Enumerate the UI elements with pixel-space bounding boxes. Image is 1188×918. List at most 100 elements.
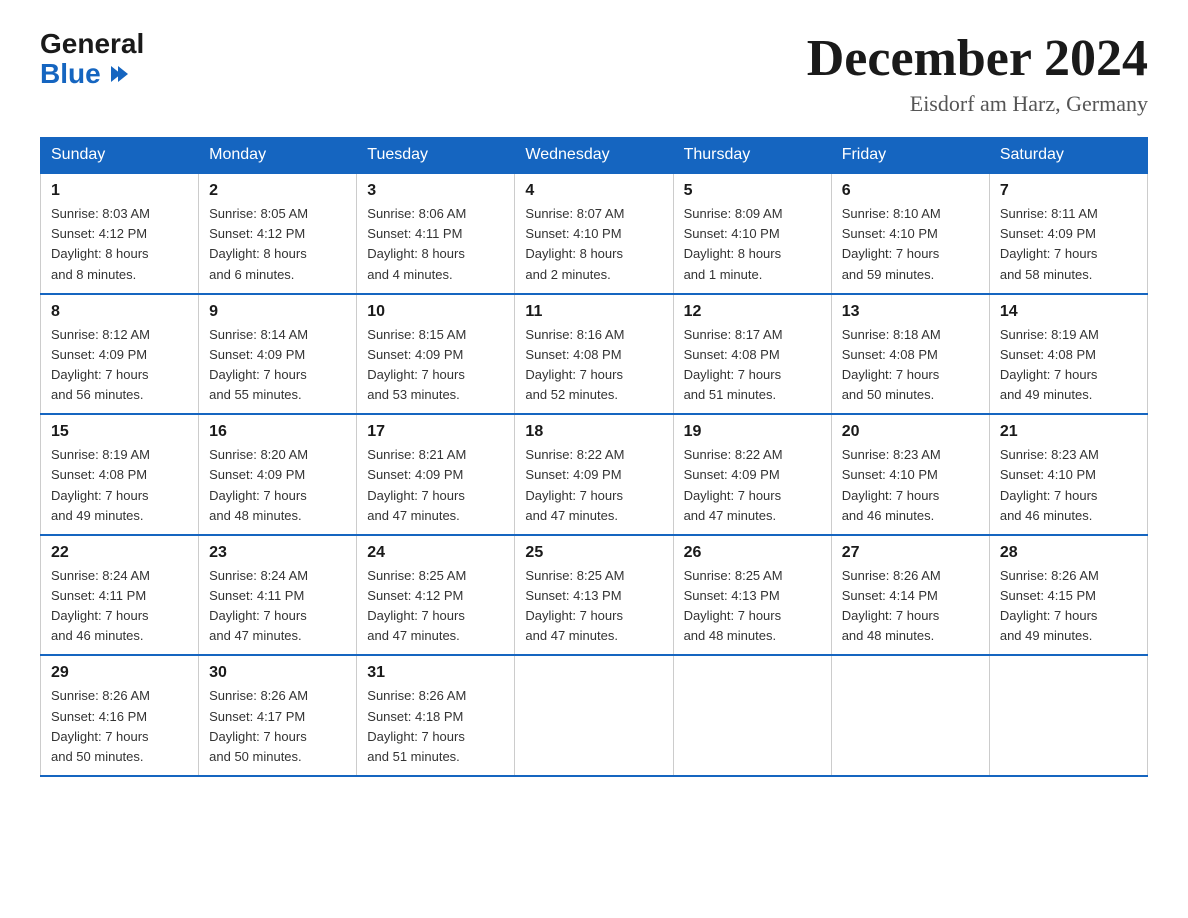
- calendar-cell: 15 Sunrise: 8:19 AM Sunset: 4:08 PM Dayli…: [41, 414, 199, 535]
- day-number: 31: [367, 664, 504, 682]
- calendar-cell: [989, 655, 1147, 776]
- calendar-cell: 9 Sunrise: 8:14 AM Sunset: 4:09 PM Daylig…: [199, 294, 357, 415]
- column-header-wednesday: Wednesday: [515, 138, 673, 174]
- day-number: 25: [525, 544, 662, 562]
- day-info: Sunrise: 8:26 AM Sunset: 4:16 PM Dayligh…: [51, 686, 188, 767]
- day-number: 27: [842, 544, 979, 562]
- day-info: Sunrise: 8:05 AM Sunset: 4:12 PM Dayligh…: [209, 204, 346, 285]
- calendar-cell: 31 Sunrise: 8:26 AM Sunset: 4:18 PM Dayli…: [357, 655, 515, 776]
- calendar-week-row: 8 Sunrise: 8:12 AM Sunset: 4:09 PM Daylig…: [41, 294, 1148, 415]
- day-number: 16: [209, 423, 346, 441]
- day-number: 13: [842, 303, 979, 321]
- calendar-cell: [831, 655, 989, 776]
- day-info: Sunrise: 8:22 AM Sunset: 4:09 PM Dayligh…: [684, 445, 821, 526]
- day-number: 19: [684, 423, 821, 441]
- calendar-cell: 13 Sunrise: 8:18 AM Sunset: 4:08 PM Dayli…: [831, 294, 989, 415]
- calendar-cell: 7Sunrise: 8:11 AM Sunset: 4:09 PM Daylig…: [989, 173, 1147, 294]
- day-number: 30: [209, 664, 346, 682]
- day-number: 3: [367, 182, 504, 200]
- day-number: 7: [1000, 182, 1137, 200]
- day-info: Sunrise: 8:19 AM Sunset: 4:08 PM Dayligh…: [51, 445, 188, 526]
- column-header-saturday: Saturday: [989, 138, 1147, 174]
- calendar-cell: [673, 655, 831, 776]
- day-number: 9: [209, 303, 346, 321]
- day-info: Sunrise: 8:15 AM Sunset: 4:09 PM Dayligh…: [367, 325, 504, 406]
- day-info: Sunrise: 8:25 AM Sunset: 4:13 PM Dayligh…: [684, 566, 821, 647]
- day-info: Sunrise: 8:25 AM Sunset: 4:12 PM Dayligh…: [367, 566, 504, 647]
- calendar-title: December 2024: [807, 30, 1148, 87]
- day-info: Sunrise: 8:22 AM Sunset: 4:09 PM Dayligh…: [525, 445, 662, 526]
- calendar-cell: 2 Sunrise: 8:05 AM Sunset: 4:12 PM Daylig…: [199, 173, 357, 294]
- day-info: Sunrise: 8:24 AM Sunset: 4:11 PM Dayligh…: [51, 566, 188, 647]
- day-number: 2: [209, 182, 346, 200]
- calendar-cell: 30 Sunrise: 8:26 AM Sunset: 4:17 PM Dayli…: [199, 655, 357, 776]
- column-header-monday: Monday: [199, 138, 357, 174]
- calendar-header-row: SundayMondayTuesdayWednesdayThursdayFrid…: [41, 138, 1148, 174]
- day-info: Sunrise: 8:26 AM Sunset: 4:15 PM Dayligh…: [1000, 566, 1137, 647]
- column-header-thursday: Thursday: [673, 138, 831, 174]
- calendar-table: SundayMondayTuesdayWednesdayThursdayFrid…: [40, 137, 1148, 777]
- day-number: 14: [1000, 303, 1137, 321]
- day-number: 11: [525, 303, 662, 321]
- day-number: 29: [51, 664, 188, 682]
- day-info: Sunrise: 8:26 AM Sunset: 4:18 PM Dayligh…: [367, 686, 504, 767]
- calendar-cell: 28 Sunrise: 8:26 AM Sunset: 4:15 PM Dayli…: [989, 535, 1147, 656]
- day-info: Sunrise: 8:26 AM Sunset: 4:17 PM Dayligh…: [209, 686, 346, 767]
- day-number: 28: [1000, 544, 1137, 562]
- day-number: 1: [51, 182, 188, 200]
- logo-blue: Blue: [40, 58, 128, 90]
- day-info: Sunrise: 8:07 AM Sunset: 4:10 PM Dayligh…: [525, 204, 662, 285]
- title-area: December 2024 Eisdorf am Harz, Germany: [807, 30, 1148, 117]
- calendar-cell: 3 Sunrise: 8:06 AM Sunset: 4:11 PM Daylig…: [357, 173, 515, 294]
- calendar-cell: 16 Sunrise: 8:20 AM Sunset: 4:09 PM Dayli…: [199, 414, 357, 535]
- calendar-cell: 18Sunrise: 8:22 AM Sunset: 4:09 PM Dayli…: [515, 414, 673, 535]
- logo-general: General: [40, 30, 144, 58]
- day-number: 24: [367, 544, 504, 562]
- day-number: 22: [51, 544, 188, 562]
- day-info: Sunrise: 8:24 AM Sunset: 4:11 PM Dayligh…: [209, 566, 346, 647]
- day-number: 6: [842, 182, 979, 200]
- calendar-cell: 12 Sunrise: 8:17 AM Sunset: 4:08 PM Dayli…: [673, 294, 831, 415]
- day-number: 20: [842, 423, 979, 441]
- column-header-friday: Friday: [831, 138, 989, 174]
- calendar-cell: 14Sunrise: 8:19 AM Sunset: 4:08 PM Dayli…: [989, 294, 1147, 415]
- calendar-cell: 1 Sunrise: 8:03 AM Sunset: 4:12 PM Daylig…: [41, 173, 199, 294]
- day-info: Sunrise: 8:20 AM Sunset: 4:09 PM Dayligh…: [209, 445, 346, 526]
- calendar-cell: 5 Sunrise: 8:09 AM Sunset: 4:10 PM Daylig…: [673, 173, 831, 294]
- calendar-cell: 27Sunrise: 8:26 AM Sunset: 4:14 PM Dayli…: [831, 535, 989, 656]
- day-info: Sunrise: 8:18 AM Sunset: 4:08 PM Dayligh…: [842, 325, 979, 406]
- column-header-sunday: Sunday: [41, 138, 199, 174]
- day-info: Sunrise: 8:21 AM Sunset: 4:09 PM Dayligh…: [367, 445, 504, 526]
- day-number: 21: [1000, 423, 1137, 441]
- calendar-cell: 24 Sunrise: 8:25 AM Sunset: 4:12 PM Dayli…: [357, 535, 515, 656]
- day-info: Sunrise: 8:09 AM Sunset: 4:10 PM Dayligh…: [684, 204, 821, 285]
- day-number: 17: [367, 423, 504, 441]
- day-number: 8: [51, 303, 188, 321]
- day-info: Sunrise: 8:23 AM Sunset: 4:10 PM Dayligh…: [1000, 445, 1137, 526]
- calendar-cell: 8 Sunrise: 8:12 AM Sunset: 4:09 PM Daylig…: [41, 294, 199, 415]
- day-info: Sunrise: 8:03 AM Sunset: 4:12 PM Dayligh…: [51, 204, 188, 285]
- day-number: 15: [51, 423, 188, 441]
- calendar-cell: 26 Sunrise: 8:25 AM Sunset: 4:13 PM Dayli…: [673, 535, 831, 656]
- day-info: Sunrise: 8:25 AM Sunset: 4:13 PM Dayligh…: [525, 566, 662, 647]
- day-info: Sunrise: 8:17 AM Sunset: 4:08 PM Dayligh…: [684, 325, 821, 406]
- calendar-cell: 11 Sunrise: 8:16 AM Sunset: 4:08 PM Dayli…: [515, 294, 673, 415]
- logo-arrow2-icon: [118, 66, 128, 82]
- day-info: Sunrise: 8:12 AM Sunset: 4:09 PM Dayligh…: [51, 325, 188, 406]
- calendar-cell: 29 Sunrise: 8:26 AM Sunset: 4:16 PM Dayli…: [41, 655, 199, 776]
- calendar-week-row: 1 Sunrise: 8:03 AM Sunset: 4:12 PM Daylig…: [41, 173, 1148, 294]
- day-number: 5: [684, 182, 821, 200]
- calendar-cell: 17 Sunrise: 8:21 AM Sunset: 4:09 PM Dayli…: [357, 414, 515, 535]
- calendar-week-row: 29 Sunrise: 8:26 AM Sunset: 4:16 PM Dayli…: [41, 655, 1148, 776]
- calendar-cell: [515, 655, 673, 776]
- day-number: 12: [684, 303, 821, 321]
- day-number: 26: [684, 544, 821, 562]
- day-info: Sunrise: 8:14 AM Sunset: 4:09 PM Dayligh…: [209, 325, 346, 406]
- calendar-week-row: 22 Sunrise: 8:24 AM Sunset: 4:11 PM Dayli…: [41, 535, 1148, 656]
- calendar-cell: 6Sunrise: 8:10 AM Sunset: 4:10 PM Daylig…: [831, 173, 989, 294]
- calendar-week-row: 15 Sunrise: 8:19 AM Sunset: 4:08 PM Dayli…: [41, 414, 1148, 535]
- column-header-tuesday: Tuesday: [357, 138, 515, 174]
- day-info: Sunrise: 8:06 AM Sunset: 4:11 PM Dayligh…: [367, 204, 504, 285]
- day-number: 23: [209, 544, 346, 562]
- day-info: Sunrise: 8:16 AM Sunset: 4:08 PM Dayligh…: [525, 325, 662, 406]
